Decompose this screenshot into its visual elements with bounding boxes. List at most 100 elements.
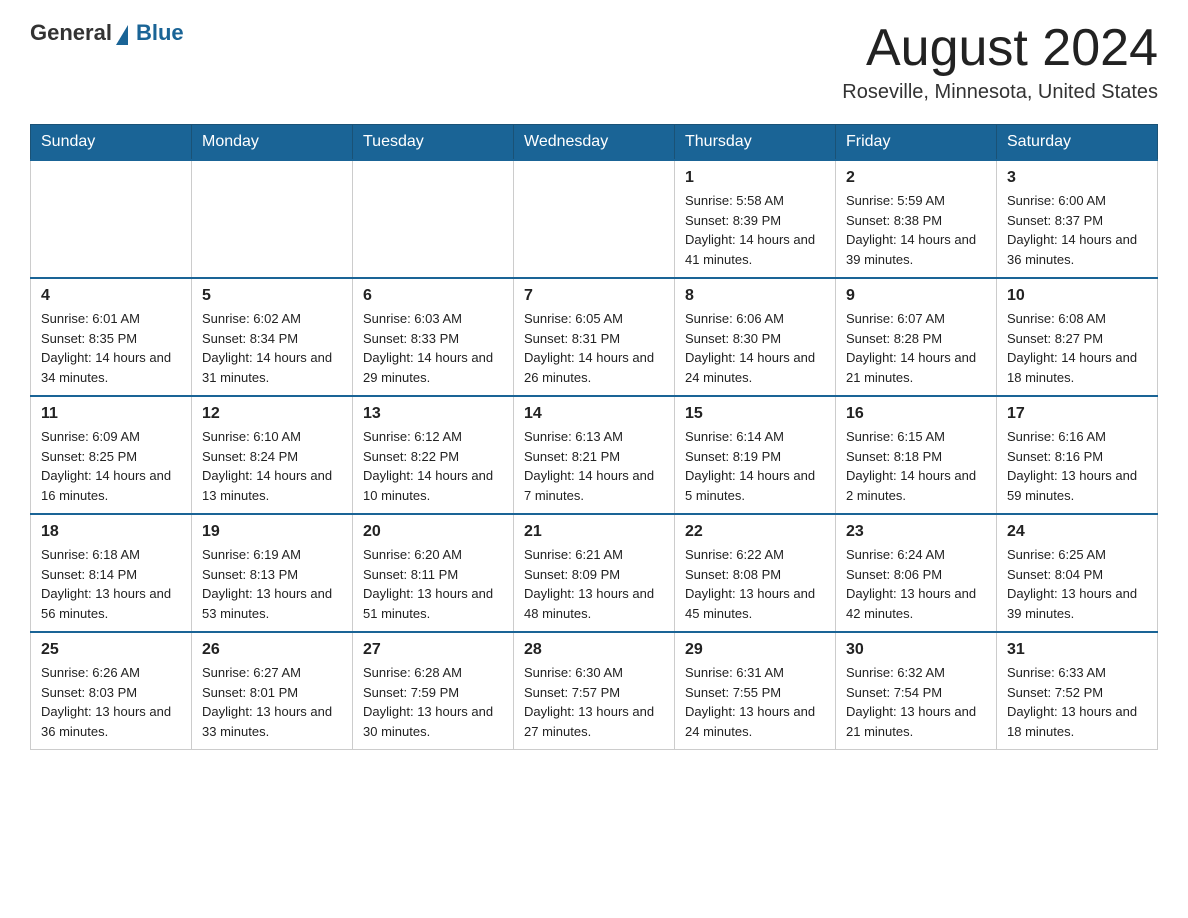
day-info: Sunrise: 6:28 AM Sunset: 7:59 PM Dayligh… — [363, 663, 503, 741]
calendar-cell: 6 Sunrise: 6:03 AM Sunset: 8:33 PM Daylig… — [353, 278, 514, 396]
day-info: Sunrise: 6:08 AM Sunset: 8:27 PM Dayligh… — [1007, 309, 1147, 387]
calendar-header-friday: Friday — [836, 125, 997, 161]
calendar-cell: 16Sunrise: 6:15 AM Sunset: 8:18 PM Dayli… — [836, 396, 997, 514]
day-number: 4 — [41, 287, 181, 305]
location-subtitle: Roseville, Minnesota, United States — [842, 81, 1158, 104]
day-info: Sunrise: 6:06 AM Sunset: 8:30 PM Dayligh… — [685, 309, 825, 387]
logo: General Blue — [30, 20, 184, 46]
day-info: Sunrise: 6:00 AM Sunset: 8:37 PM Dayligh… — [1007, 191, 1147, 269]
calendar-cell: 12Sunrise: 6:10 AM Sunset: 8:24 PM Dayli… — [192, 396, 353, 514]
calendar-cell: 3 Sunrise: 6:00 AM Sunset: 8:37 PM Daylig… — [997, 160, 1158, 278]
day-number: 28 — [524, 641, 664, 659]
day-number: 23 — [846, 523, 986, 541]
calendar-cell: 17Sunrise: 6:16 AM Sunset: 8:16 PM Dayli… — [997, 396, 1158, 514]
calendar-cell — [514, 160, 675, 278]
calendar-cell: 26 Sunrise: 6:27 AM Sunset: 8:01 PM Dayli… — [192, 632, 353, 750]
day-info: Sunrise: 6:03 AM Sunset: 8:33 PM Dayligh… — [363, 309, 503, 387]
week-row-2: 4 Sunrise: 6:01 AM Sunset: 8:35 PM Daylig… — [31, 278, 1158, 396]
day-number: 15 — [685, 405, 825, 423]
day-info: Sunrise: 6:05 AM Sunset: 8:31 PM Dayligh… — [524, 309, 664, 387]
calendar-cell: 20Sunrise: 6:20 AM Sunset: 8:11 PM Dayli… — [353, 514, 514, 632]
day-info: Sunrise: 6:01 AM Sunset: 8:35 PM Dayligh… — [41, 309, 181, 387]
day-number: 29 — [685, 641, 825, 659]
day-number: 31 — [1007, 641, 1147, 659]
calendar-header-wednesday: Wednesday — [514, 125, 675, 161]
calendar-cell: 11 Sunrise: 6:09 AM Sunset: 8:25 PM Dayli… — [31, 396, 192, 514]
calendar-cell — [353, 160, 514, 278]
day-info: Sunrise: 6:13 AM Sunset: 8:21 PM Dayligh… — [524, 427, 664, 505]
calendar-cell: 30Sunrise: 6:32 AM Sunset: 7:54 PM Dayli… — [836, 632, 997, 750]
day-number: 2 — [846, 169, 986, 187]
day-number: 26 — [202, 641, 342, 659]
day-number: 27 — [363, 641, 503, 659]
calendar-cell: 31Sunrise: 6:33 AM Sunset: 7:52 PM Dayli… — [997, 632, 1158, 750]
calendar-cell: 27 Sunrise: 6:28 AM Sunset: 7:59 PM Dayli… — [353, 632, 514, 750]
calendar-cell: 19 Sunrise: 6:19 AM Sunset: 8:13 PM Dayli… — [192, 514, 353, 632]
calendar-cell — [192, 160, 353, 278]
day-number: 14 — [524, 405, 664, 423]
day-info: Sunrise: 6:19 AM Sunset: 8:13 PM Dayligh… — [202, 545, 342, 623]
calendar-cell: 7 Sunrise: 6:05 AM Sunset: 8:31 PM Daylig… — [514, 278, 675, 396]
day-info: Sunrise: 6:22 AM Sunset: 8:08 PM Dayligh… — [685, 545, 825, 623]
day-number: 9 — [846, 287, 986, 305]
week-row-1: 1Sunrise: 5:58 AM Sunset: 8:39 PM Daylig… — [31, 160, 1158, 278]
day-number: 21 — [524, 523, 664, 541]
calendar-cell: 24 Sunrise: 6:25 AM Sunset: 8:04 PM Dayli… — [997, 514, 1158, 632]
calendar-cell: 9Sunrise: 6:07 AM Sunset: 8:28 PM Daylig… — [836, 278, 997, 396]
month-title: August 2024 — [842, 20, 1158, 77]
calendar-header-row: SundayMondayTuesdayWednesdayThursdayFrid… — [31, 125, 1158, 161]
calendar-header-thursday: Thursday — [675, 125, 836, 161]
calendar-cell: 8 Sunrise: 6:06 AM Sunset: 8:30 PM Daylig… — [675, 278, 836, 396]
calendar-cell: 25Sunrise: 6:26 AM Sunset: 8:03 PM Dayli… — [31, 632, 192, 750]
day-number: 3 — [1007, 169, 1147, 187]
title-area: August 2024 Roseville, Minnesota, United… — [842, 20, 1158, 104]
calendar-cell: 4 Sunrise: 6:01 AM Sunset: 8:35 PM Daylig… — [31, 278, 192, 396]
day-number: 19 — [202, 523, 342, 541]
calendar-cell: 29 Sunrise: 6:31 AM Sunset: 7:55 PM Dayli… — [675, 632, 836, 750]
day-info: Sunrise: 6:24 AM Sunset: 8:06 PM Dayligh… — [846, 545, 986, 623]
calendar-header-saturday: Saturday — [997, 125, 1158, 161]
calendar-cell — [31, 160, 192, 278]
calendar-cell: 13 Sunrise: 6:12 AM Sunset: 8:22 PM Dayli… — [353, 396, 514, 514]
calendar-cell: 5 Sunrise: 6:02 AM Sunset: 8:34 PM Daylig… — [192, 278, 353, 396]
calendar-cell: 23 Sunrise: 6:24 AM Sunset: 8:06 PM Dayli… — [836, 514, 997, 632]
calendar-header-monday: Monday — [192, 125, 353, 161]
day-number: 7 — [524, 287, 664, 305]
week-row-5: 25Sunrise: 6:26 AM Sunset: 8:03 PM Dayli… — [31, 632, 1158, 750]
calendar-cell: 10 Sunrise: 6:08 AM Sunset: 8:27 PM Dayli… — [997, 278, 1158, 396]
day-info: Sunrise: 6:12 AM Sunset: 8:22 PM Dayligh… — [363, 427, 503, 505]
calendar-cell: 2 Sunrise: 5:59 AM Sunset: 8:38 PM Daylig… — [836, 160, 997, 278]
day-number: 5 — [202, 287, 342, 305]
calendar-cell: 28 Sunrise: 6:30 AM Sunset: 7:57 PM Dayli… — [514, 632, 675, 750]
day-number: 13 — [363, 405, 503, 423]
day-info: Sunrise: 5:59 AM Sunset: 8:38 PM Dayligh… — [846, 191, 986, 269]
day-number: 22 — [685, 523, 825, 541]
logo-triangle-icon — [116, 25, 128, 45]
calendar-cell: 15 Sunrise: 6:14 AM Sunset: 8:19 PM Dayli… — [675, 396, 836, 514]
calendar-cell: 14 Sunrise: 6:13 AM Sunset: 8:21 PM Dayli… — [514, 396, 675, 514]
day-info: Sunrise: 6:16 AM Sunset: 8:16 PM Dayligh… — [1007, 427, 1147, 505]
day-info: Sunrise: 6:32 AM Sunset: 7:54 PM Dayligh… — [846, 663, 986, 741]
day-info: Sunrise: 6:27 AM Sunset: 8:01 PM Dayligh… — [202, 663, 342, 741]
week-row-3: 11 Sunrise: 6:09 AM Sunset: 8:25 PM Dayli… — [31, 396, 1158, 514]
week-row-4: 18 Sunrise: 6:18 AM Sunset: 8:14 PM Dayli… — [31, 514, 1158, 632]
day-info: Sunrise: 6:14 AM Sunset: 8:19 PM Dayligh… — [685, 427, 825, 505]
day-info: Sunrise: 6:09 AM Sunset: 8:25 PM Dayligh… — [41, 427, 181, 505]
day-number: 8 — [685, 287, 825, 305]
day-info: Sunrise: 6:18 AM Sunset: 8:14 PM Dayligh… — [41, 545, 181, 623]
day-info: Sunrise: 6:21 AM Sunset: 8:09 PM Dayligh… — [524, 545, 664, 623]
day-info: Sunrise: 6:25 AM Sunset: 8:04 PM Dayligh… — [1007, 545, 1147, 623]
day-info: Sunrise: 6:30 AM Sunset: 7:57 PM Dayligh… — [524, 663, 664, 741]
day-info: Sunrise: 6:02 AM Sunset: 8:34 PM Dayligh… — [202, 309, 342, 387]
day-info: Sunrise: 6:31 AM Sunset: 7:55 PM Dayligh… — [685, 663, 825, 741]
calendar-cell: 18 Sunrise: 6:18 AM Sunset: 8:14 PM Dayli… — [31, 514, 192, 632]
day-number: 1 — [685, 169, 825, 187]
day-number: 24 — [1007, 523, 1147, 541]
day-number: 6 — [363, 287, 503, 305]
day-number: 18 — [41, 523, 181, 541]
calendar-cell: 21 Sunrise: 6:21 AM Sunset: 8:09 PM Dayli… — [514, 514, 675, 632]
day-number: 10 — [1007, 287, 1147, 305]
day-number: 11 — [41, 405, 181, 423]
day-info: Sunrise: 6:15 AM Sunset: 8:18 PM Dayligh… — [846, 427, 986, 505]
calendar-cell: 1Sunrise: 5:58 AM Sunset: 8:39 PM Daylig… — [675, 160, 836, 278]
